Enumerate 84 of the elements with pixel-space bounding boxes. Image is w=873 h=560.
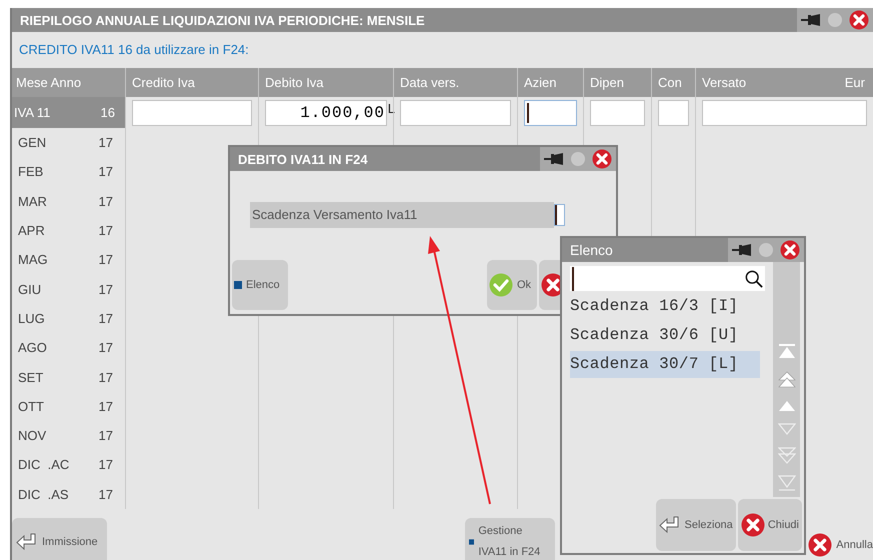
input-field[interactable] — [132, 100, 252, 126]
dialog-button[interactable]: Elenco — [232, 260, 288, 310]
scroll-up-icon[interactable] — [778, 400, 796, 412]
column-header: Debito Iva — [258, 68, 393, 97]
minimize-icon[interactable] — [758, 242, 774, 258]
month-label: APR — [18, 223, 45, 238]
column-header: Con — [651, 68, 695, 97]
month-label: GEN — [18, 135, 46, 150]
cancel-icon — [808, 533, 832, 557]
month-label: MAG — [18, 252, 48, 268]
dialog-button[interactable]: Ok — [487, 260, 537, 310]
year-label: 17 — [98, 398, 113, 414]
year-label: 17 — [98, 135, 113, 150]
year-label: 17 — [98, 310, 113, 326]
month-label: MAR — [18, 194, 47, 209]
toolbar-button[interactable]: Annulla — [808, 530, 873, 560]
toolbar-button[interactable]: Immissione — [12, 518, 107, 560]
input-field[interactable]: 1.000,00 — [265, 100, 387, 126]
year-label: 17 — [98, 340, 113, 356]
page-down-icon[interactable] — [778, 446, 796, 464]
month-label: SET — [18, 370, 44, 385]
subtitle: CREDITO IVA11 16 da utilizzare in F24: — [18, 41, 250, 59]
check-icon — [489, 273, 513, 297]
column-header: Data vers. — [393, 68, 517, 97]
input-field[interactable] — [590, 100, 645, 126]
close-icon[interactable] — [592, 149, 612, 169]
dialog-title: DEBITO IVA11 IN F24 — [238, 152, 368, 166]
page-up-icon[interactable] — [778, 371, 796, 389]
column-header: Credito Iva — [125, 68, 258, 97]
year-label: 17 — [98, 370, 113, 385]
window-title: RIEPILOGO ANNUALE LIQUIDAZIONI IVA PERIODICHE: MENSILE — [20, 12, 425, 28]
list-item[interactable]: Scadenza 30/6 [U] — [570, 322, 760, 349]
column-header: Mese Anno — [15, 74, 82, 92]
month-label: AGO — [18, 340, 47, 356]
scroll-top-icon[interactable] — [778, 344, 796, 360]
month-label: DIC .AC — [18, 457, 70, 472]
list-button[interactable]: Seleziona — [656, 499, 736, 551]
row-header-cell: IVA 11 16 — [12, 97, 125, 128]
month-label: DIC .AS — [18, 486, 69, 502]
year-label: 17 — [98, 486, 113, 502]
pin-icon[interactable] — [732, 243, 752, 257]
column-header: Dipen — [583, 68, 651, 97]
search-field[interactable] — [570, 266, 765, 291]
scrollbar[interactable] — [773, 262, 800, 497]
year-label: 17 — [98, 282, 113, 297]
search-icon[interactable] — [745, 270, 763, 288]
field-label: Scadenza Versamento Iva11 — [250, 202, 554, 228]
year-label: 17 — [98, 194, 113, 209]
month-label: OTT — [18, 398, 44, 414]
minimize-icon[interactable] — [827, 12, 843, 28]
pin-icon[interactable] — [544, 152, 564, 166]
year-label: 17 — [98, 164, 113, 180]
scroll-down-icon[interactable] — [778, 423, 796, 435]
close-icon[interactable] — [849, 10, 869, 30]
square-icon — [469, 538, 474, 546]
input-field[interactable] — [702, 100, 867, 126]
input-field[interactable] — [400, 100, 511, 126]
month-label: GIU — [18, 282, 42, 297]
enter-icon — [16, 533, 38, 551]
input-field[interactable] — [524, 100, 577, 126]
square-icon — [234, 281, 242, 289]
toolbar-button[interactable]: Gestione IVA11 in F24 — [465, 518, 555, 560]
year-label: 17 — [98, 223, 113, 238]
dialog-button[interactable] — [539, 260, 560, 310]
minimize-icon[interactable] — [570, 151, 586, 167]
year-label: 17 — [98, 457, 113, 472]
year-label: 17 — [98, 252, 113, 268]
column-header: Versato Eur — [695, 68, 873, 97]
list-item[interactable]: Scadenza 16/3 [I] — [570, 293, 760, 320]
scroll-bottom-icon[interactable] — [778, 475, 796, 491]
column-header: Azien — [517, 68, 583, 97]
year-label: 17 — [98, 428, 113, 444]
month-label: LUG — [18, 310, 45, 326]
list-button[interactable]: Chiudi — [738, 499, 802, 551]
list-title: Elenco — [570, 242, 613, 258]
input-field[interactable] — [658, 100, 689, 126]
month-label: NOV — [18, 428, 46, 444]
enter-icon — [659, 516, 682, 534]
close-icon[interactable] — [780, 240, 800, 260]
list-item[interactable]: Scadenza 30/7 [L] — [570, 351, 760, 378]
cancel-icon — [740, 513, 765, 537]
month-label: FEB — [18, 164, 44, 180]
pin-icon[interactable] — [801, 13, 821, 27]
input-field[interactable] — [554, 204, 565, 226]
